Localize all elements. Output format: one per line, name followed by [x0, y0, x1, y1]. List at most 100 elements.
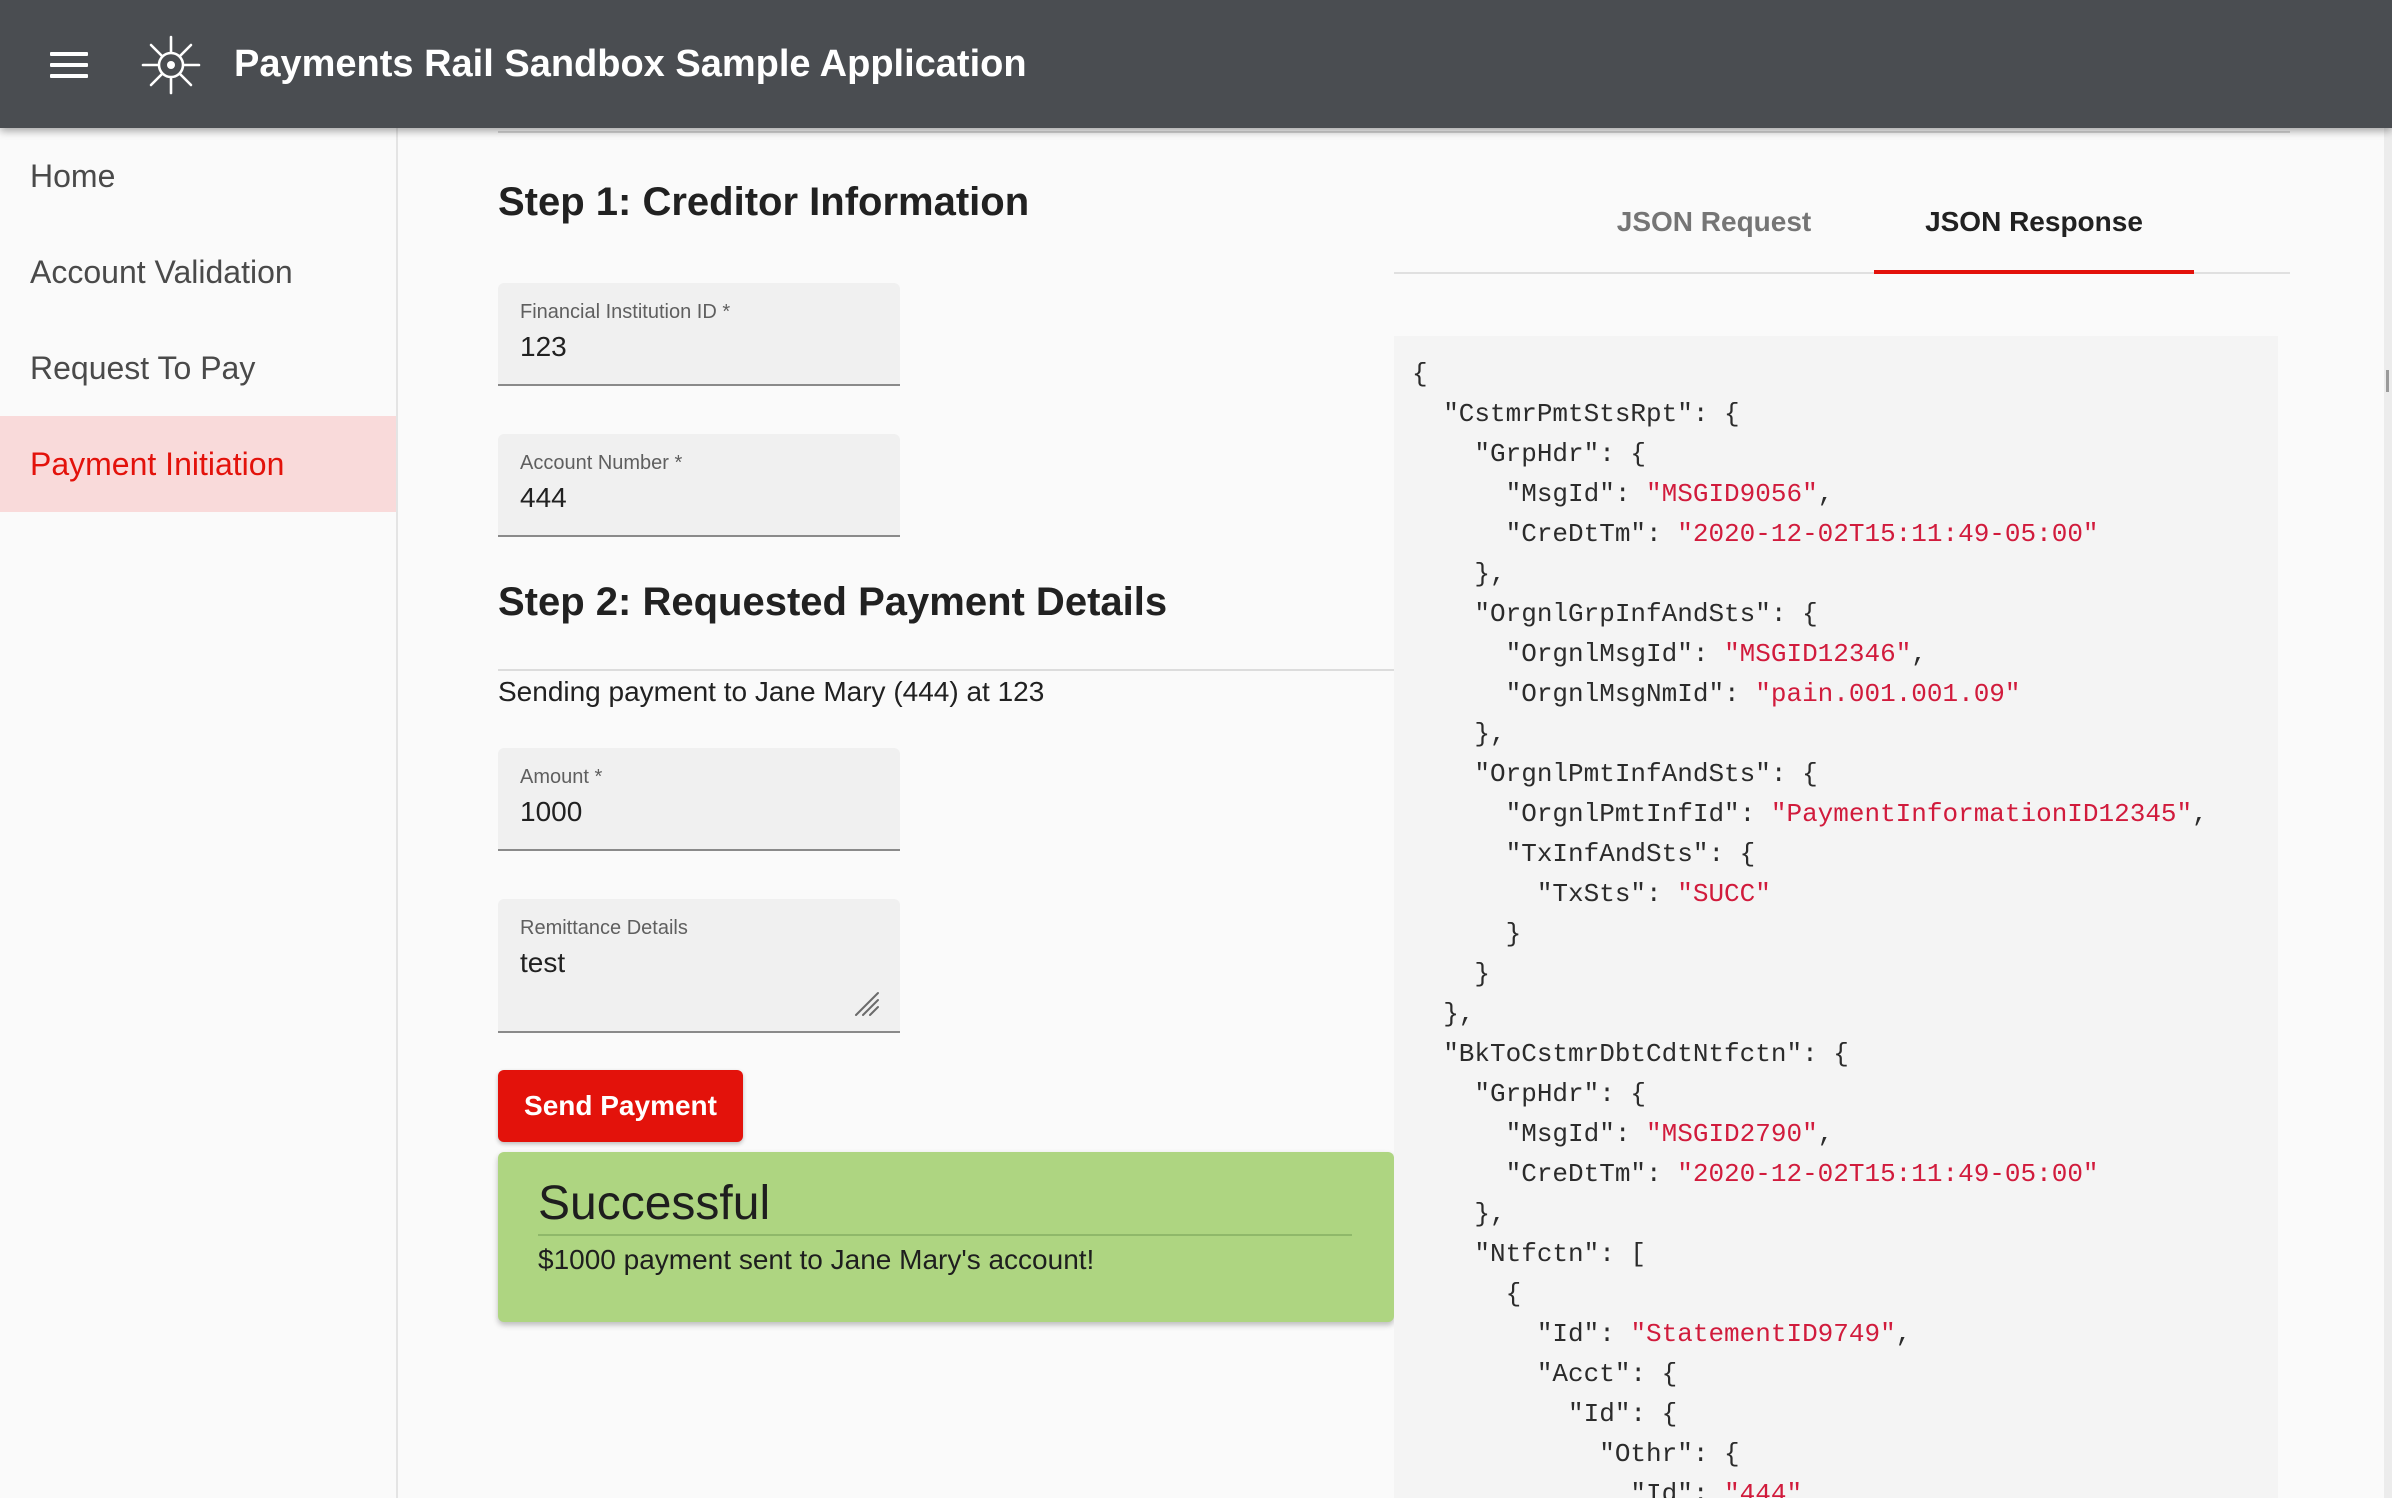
- sidebar-item-account-validation[interactable]: Account Validation: [0, 224, 396, 320]
- json-line: "MsgId": "MSGID2790",: [1412, 1114, 2208, 1154]
- hamburger-menu-icon[interactable]: [50, 52, 88, 78]
- json-punctuation: ,: [1817, 1119, 1834, 1149]
- resize-handle-icon[interactable]: [852, 989, 880, 1017]
- json-key-text: }: [1412, 919, 1522, 949]
- json-line: "OrgnlMsgId": "MSGID12346",: [1412, 634, 2208, 674]
- json-key-text: "BkToCstmrDbtCdtNtfctn": {: [1412, 1039, 1849, 1069]
- json-response-code: { "CstmrPmtStsRpt": { "GrpHdr": { "MsgId…: [1412, 354, 2208, 1498]
- json-key-text: "CreDtTm":: [1412, 1159, 1678, 1189]
- json-line: {: [1412, 1274, 2208, 1314]
- json-line: "TxInfAndSts": {: [1412, 834, 2208, 874]
- json-line: "CreDtTm": "2020-12-02T15:11:49-05:00": [1412, 1154, 2208, 1194]
- amount-field[interactable]: Amount * 1000: [498, 748, 900, 851]
- json-line: "MsgId": "MSGID9056",: [1412, 474, 2208, 514]
- remittance-details-field[interactable]: Remittance Details test: [498, 899, 900, 1033]
- json-key-text: "CstmrPmtStsRpt": {: [1412, 399, 1740, 429]
- success-title: Successful: [538, 1177, 771, 1230]
- account-number-label: Account Number *: [520, 452, 683, 474]
- json-key-text: "GrpHdr": {: [1412, 439, 1647, 469]
- financial-institution-id-value[interactable]: 123: [520, 331, 567, 363]
- json-line: "OrgnlPmtInfId": "PaymentInformationID12…: [1412, 794, 2208, 834]
- json-key-text: },: [1412, 559, 1506, 589]
- json-key-text: "TxInfAndSts": {: [1412, 839, 1756, 869]
- app-title: Payments Rail Sandbox Sample Application: [234, 43, 1027, 85]
- json-key-text: "Id":: [1412, 1479, 1725, 1498]
- amount-label: Amount *: [520, 766, 603, 788]
- json-key-text: "Id": {: [1412, 1399, 1678, 1429]
- app-bar: Payments Rail Sandbox Sample Application: [0, 0, 2392, 128]
- json-line: "GrpHdr": {: [1412, 1074, 2208, 1114]
- starburst-logo-icon: [141, 35, 201, 95]
- tab-json-request[interactable]: JSON Request: [1554, 172, 1874, 270]
- send-payment-button[interactable]: Send Payment: [498, 1070, 743, 1142]
- json-response-panel[interactable]: { "CstmrPmtStsRpt": { "GrpHdr": { "MsgId…: [1394, 336, 2278, 1498]
- json-punctuation: ,: [1817, 479, 1834, 509]
- json-key-text: "GrpHdr": {: [1412, 1079, 1647, 1109]
- json-string-value: "PaymentInformationID12345": [1770, 799, 2193, 829]
- amount-value[interactable]: 1000: [520, 796, 582, 828]
- json-line: },: [1412, 1194, 2208, 1234]
- success-alert: Successful $1000 payment sent to Jane Ma…: [498, 1152, 1394, 1322]
- json-line: }: [1412, 954, 2208, 994]
- json-string-value: "StatementID9749": [1630, 1319, 1896, 1349]
- json-line: "TxSts": "SUCC": [1412, 874, 2208, 914]
- json-string-value: "MSGID9056": [1646, 479, 1818, 509]
- json-line: "Othr": {: [1412, 1434, 2208, 1474]
- remittance-details-label: Remittance Details: [520, 917, 688, 939]
- json-line: "Id": "StatementID9749",: [1412, 1314, 2208, 1354]
- json-key-text: }: [1412, 959, 1491, 989]
- json-line: "CstmrPmtStsRpt": {: [1412, 394, 2208, 434]
- json-line: "BkToCstmrDbtCdtNtfctn": {: [1412, 1034, 2208, 1074]
- json-key-text: {: [1412, 359, 1428, 389]
- json-line: }: [1412, 914, 2208, 954]
- json-key-text: "OrgnlPmtInfAndSts": {: [1412, 759, 1818, 789]
- section-divider: [498, 669, 1394, 671]
- json-string-value: "MSGID12346": [1724, 639, 1912, 669]
- json-string-value: "MSGID2790": [1646, 1119, 1818, 1149]
- json-key-text: "TxSts":: [1412, 879, 1678, 909]
- json-line: "Id": "444": [1412, 1474, 2208, 1498]
- json-line: },: [1412, 714, 2208, 754]
- json-key-text: "OrgnlMsgId":: [1412, 639, 1725, 669]
- json-line: "Ntfctn": [: [1412, 1234, 2208, 1274]
- json-key-text: "MsgId":: [1412, 1119, 1647, 1149]
- sidebar-item-home[interactable]: Home: [0, 128, 396, 224]
- sidebar: Home Account Validation Request To Pay P…: [0, 128, 398, 1498]
- json-line: "Acct": {: [1412, 1354, 2208, 1394]
- step2-title: Step 2: Requested Payment Details: [498, 580, 1168, 624]
- tab-json-response[interactable]: JSON Response: [1874, 172, 2194, 274]
- json-string-value: "2020-12-02T15:11:49-05:00": [1677, 1159, 2099, 1189]
- top-divider: [498, 131, 2290, 133]
- financial-institution-id-label: Financial Institution ID *: [520, 301, 731, 323]
- json-string-value: "SUCC": [1677, 879, 1771, 909]
- json-string-value: "444": [1724, 1479, 1803, 1498]
- json-key-text: "Id":: [1412, 1319, 1631, 1349]
- remittance-details-value[interactable]: test: [520, 947, 565, 979]
- json-punctuation: ,: [1895, 1319, 1912, 1349]
- json-key-text: "Acct": {: [1412, 1359, 1678, 1389]
- financial-institution-id-field[interactable]: Financial Institution ID * 123: [498, 283, 900, 386]
- json-key-text: "Othr": {: [1412, 1439, 1740, 1469]
- json-punctuation: ,: [2192, 799, 2208, 829]
- sidebar-item-request-to-pay[interactable]: Request To Pay: [0, 320, 396, 416]
- json-line: {: [1412, 354, 2208, 394]
- json-key-text: {: [1412, 1279, 1522, 1309]
- page-scrollbar[interactable]: [2384, 128, 2392, 1498]
- sending-payment-text: Sending payment to Jane Mary (444) at 12…: [498, 676, 1045, 707]
- json-line: "OrgnlMsgNmId": "pain.001.001.09": [1412, 674, 2208, 714]
- json-key-text: "OrgnlMsgNmId":: [1412, 679, 1756, 709]
- json-key-text: },: [1412, 999, 1475, 1029]
- json-string-value: "2020-12-02T15:11:49-05:00": [1677, 519, 2099, 549]
- json-line: },: [1412, 994, 2208, 1034]
- account-number-field[interactable]: Account Number * 444: [498, 434, 900, 537]
- json-line: "CreDtTm": "2020-12-02T15:11:49-05:00": [1412, 514, 2208, 554]
- sidebar-item-payment-initiation[interactable]: Payment Initiation: [0, 416, 396, 512]
- scrollbar-thumb[interactable]: [2386, 370, 2389, 392]
- success-divider: [538, 1234, 1352, 1236]
- json-string-value: "pain.001.001.09": [1755, 679, 2021, 709]
- json-key-text: },: [1412, 1199, 1506, 1229]
- json-line: "Id": {: [1412, 1394, 2208, 1434]
- account-number-value[interactable]: 444: [520, 482, 567, 514]
- success-message: $1000 payment sent to Jane Mary's accoun…: [538, 1244, 1095, 1275]
- json-line: "OrgnlPmtInfAndSts": {: [1412, 754, 2208, 794]
